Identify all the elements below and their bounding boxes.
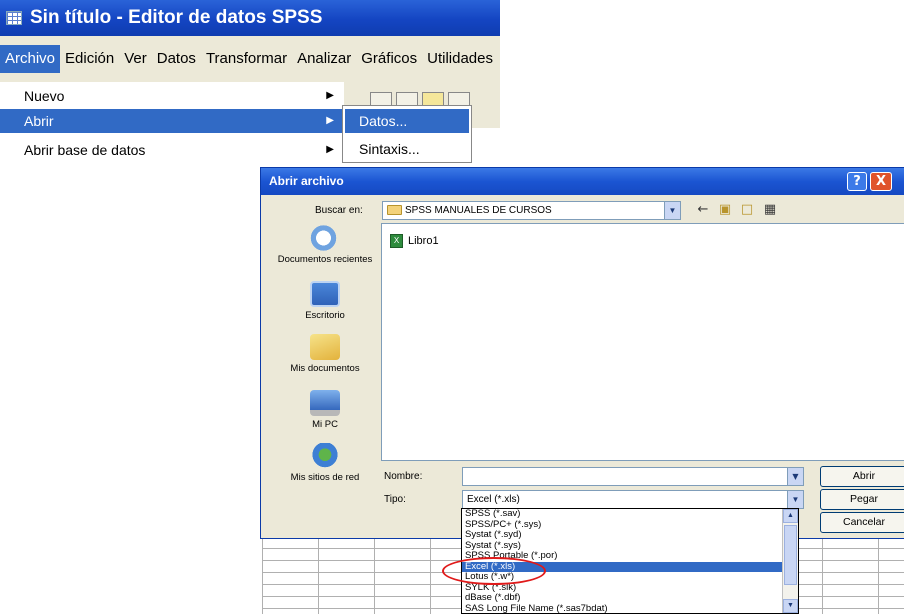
file-type-value: Excel (*.xls) (467, 494, 520, 505)
paste-button[interactable]: Pegar (820, 489, 904, 510)
menu-item-label: Abrir (24, 113, 54, 129)
scroll-up-icon[interactable]: ▲ (783, 509, 798, 523)
submenu-arrow-icon: ▶ (326, 115, 334, 126)
look-in-label: Buscar en: (315, 205, 363, 216)
place-label: Escritorio (305, 310, 345, 321)
file-list[interactable]: X Libro1 (381, 223, 904, 461)
back-arrow-icon[interactable]: ← (694, 202, 712, 218)
place-my-documents[interactable]: Mis documentos (271, 334, 379, 374)
abrir-submenu: Datos... Sintaxis... (342, 105, 472, 163)
excel-file-icon: X (390, 234, 403, 248)
menu-datos[interactable]: Datos (152, 45, 201, 73)
menu-graficos[interactable]: Gráficos (356, 45, 422, 73)
view-menu-icon[interactable]: ▦ (761, 202, 779, 218)
type-option[interactable]: SPSS (*.sav) (462, 509, 798, 520)
place-my-computer[interactable]: Mi PC (271, 390, 379, 430)
submenu-arrow-icon: ▶ (326, 144, 334, 155)
menu-item-label: Abrir base de datos (24, 142, 146, 158)
menu-transformar[interactable]: Transformar (201, 45, 292, 73)
submenu-item-sintaxis[interactable]: Sintaxis... (345, 137, 469, 161)
recent-documents-icon (310, 225, 340, 251)
menubar: Archivo Edición Ver Datos Transformar An… (0, 36, 500, 82)
place-network[interactable]: Mis sitios de red (271, 443, 379, 483)
menu-utilidades[interactable]: Utilidades (422, 45, 498, 73)
file-name: Libro1 (408, 235, 439, 247)
file-type-label: Tipo: (384, 494, 406, 505)
folder-icon (387, 205, 402, 215)
scroll-thumb[interactable] (784, 525, 797, 585)
file-name-input[interactable]: ▼ (462, 467, 804, 486)
menu-item-abrir-base-de-datos[interactable]: Abrir base de datos ▶ (0, 138, 344, 162)
menu-item-abrir[interactable]: Abrir ▶ (0, 109, 344, 133)
file-type-select[interactable]: Excel (*.xls) ▼ (462, 490, 804, 509)
dialog-title: Abrir archivo (269, 174, 344, 188)
new-folder-icon[interactable]: □ (738, 202, 756, 218)
open-button[interactable]: Abrir (820, 466, 904, 487)
desktop-icon (310, 281, 340, 307)
place-label: Mis sitios de red (290, 472, 360, 483)
file-name-label: Nombre: (384, 471, 423, 482)
place-label: Mi PC (312, 419, 338, 430)
scroll-down-icon[interactable]: ▼ (783, 599, 798, 613)
chevron-down-icon[interactable]: ▼ (787, 491, 803, 508)
menu-ver[interactable]: Ver (119, 45, 152, 73)
menu-item-label: Nuevo (24, 88, 65, 104)
chevron-down-icon[interactable]: ▼ (664, 202, 680, 219)
network-places-icon (310, 443, 340, 469)
places-bar: Documentos recientes Escritorio Mis docu… (271, 223, 379, 488)
open-file-dialog: Abrir archivo ? X Buscar en: SPSS MANUAL… (260, 167, 904, 539)
red-highlight-ellipse (442, 557, 546, 585)
close-button[interactable]: X (870, 172, 892, 191)
cancel-button[interactable]: Cancelar (820, 512, 904, 533)
help-button[interactable]: ? (847, 172, 867, 191)
place-label: Mis documentos (290, 363, 360, 374)
dialog-titlebar: Abrir archivo (261, 168, 904, 195)
spss-window-titlebar: Sin título - Editor de datos SPSS (0, 0, 500, 36)
menu-analizar[interactable]: Analizar (292, 45, 356, 73)
look-in-combobox[interactable]: SPSS MANUALES DE CURSOS ▼ (382, 201, 681, 220)
up-folder-icon[interactable]: ▣ (716, 202, 734, 218)
place-label: Documentos recientes (277, 254, 373, 265)
dropdown-scrollbar[interactable]: ▲ ▼ (782, 509, 798, 613)
archivo-menu: Nuevo ▶ Abrir ▶ Abrir base de datos ▶ (0, 82, 344, 164)
spss-data-editor-icon (6, 11, 22, 25)
file-item[interactable]: X Libro1 (390, 234, 439, 248)
window-title: Sin título - Editor de datos SPSS (30, 7, 323, 28)
place-recent-documents[interactable]: Documentos recientes (271, 225, 379, 265)
menu-item-nuevo[interactable]: Nuevo ▶ (0, 84, 344, 108)
type-option[interactable]: Systat (*.syd) (462, 529, 798, 541)
type-option[interactable]: SAS Long File Name (*.sas7bdat) (462, 603, 798, 613)
type-option[interactable]: dBase (*.dbf) (462, 592, 798, 604)
submenu-item-datos[interactable]: Datos... (345, 109, 469, 133)
my-computer-icon (310, 390, 340, 416)
my-documents-icon (310, 334, 340, 360)
menu-archivo[interactable]: Archivo (0, 45, 61, 73)
place-desktop[interactable]: Escritorio (271, 281, 379, 321)
look-in-value: SPSS MANUALES DE CURSOS (405, 205, 552, 216)
menu-edicion[interactable]: Edición (60, 45, 119, 73)
chevron-down-icon[interactable]: ▼ (787, 468, 803, 485)
submenu-arrow-icon: ▶ (326, 90, 334, 101)
